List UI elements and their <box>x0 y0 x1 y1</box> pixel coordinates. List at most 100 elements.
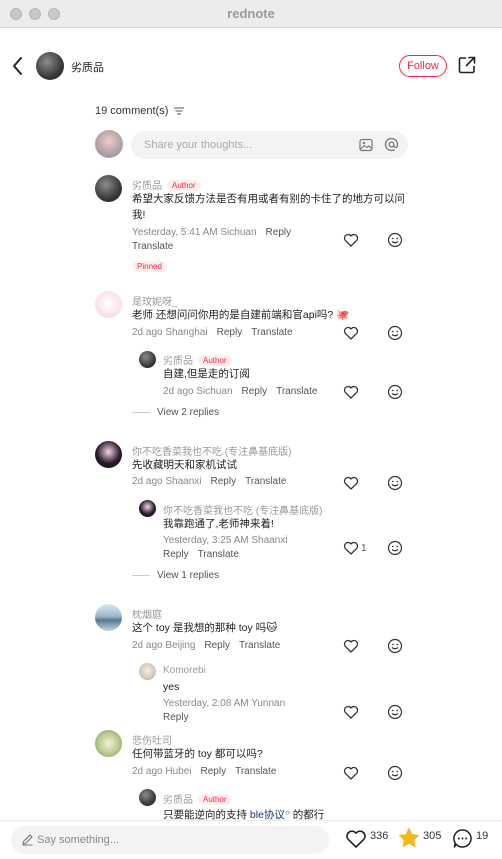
star-icon[interactable] <box>398 827 420 849</box>
reply-button[interactable]: Reply <box>163 712 189 723</box>
comment-author: 劣质品 Author <box>132 177 201 192</box>
like-icon[interactable] <box>343 540 359 556</box>
emoji-icon[interactable] <box>387 704 403 720</box>
comment-input[interactable]: Share your thoughts... <box>131 131 408 159</box>
translate-button[interactable]: Translate <box>235 766 276 777</box>
reply-text: yes <box>163 681 180 693</box>
say-something-placeholder: Say something... <box>37 834 119 846</box>
comment-time: 2d ago Beijing <box>132 640 196 651</box>
reply-button[interactable]: Reply <box>266 227 292 238</box>
comment-author-name[interactable]: 你不吃香菜我也不吃 (专注鼻基底版) <box>132 443 291 458</box>
back-arrow-icon[interactable] <box>10 55 26 77</box>
reply-button[interactable]: Reply <box>242 386 268 397</box>
reply-text: 我靠跑通了,老师神来着! <box>163 518 274 530</box>
reply-avatar[interactable] <box>139 351 156 368</box>
reply-button[interactable]: Reply <box>217 327 243 338</box>
cat-emoji-icon: 🐱 <box>266 622 278 634</box>
commenter-avatar[interactable] <box>95 604 122 631</box>
emoji-icon[interactable] <box>387 475 403 491</box>
like-count: 1 <box>361 543 367 554</box>
translate-button[interactable]: Translate <box>132 241 173 252</box>
translate-button[interactable]: Translate <box>276 386 317 397</box>
author-badge: Author <box>167 180 201 191</box>
reply-time: Yesterday, 2:08 AM Yunnan <box>163 698 286 709</box>
reply-time: 2d ago Sichuan <box>163 386 233 397</box>
window-titlebar: rednote <box>0 0 502 28</box>
author-name[interactable]: 劣质品 <box>71 59 104 75</box>
reply-button[interactable]: Reply <box>204 640 230 651</box>
pencil-icon <box>22 834 33 846</box>
like-icon[interactable] <box>343 475 359 491</box>
emoji-icon[interactable] <box>387 325 403 341</box>
say-something-input[interactable]: Say something... <box>11 826 329 854</box>
author-badge: Author <box>198 794 232 805</box>
emoji-icon[interactable] <box>387 384 403 400</box>
reply-author: 劣质品 Author <box>163 791 232 806</box>
comment-bubble-icon[interactable] <box>452 828 473 849</box>
follow-button[interactable]: Follow <box>399 55 447 77</box>
reply-author-name[interactable]: 你不吃香菜我也不吃 (专注鼻基底版) <box>163 502 322 517</box>
like-icon[interactable] <box>343 384 359 400</box>
comment-text: 希望大家反馈方法是否有用或者有别的卡住了的地方可以问我! <box>132 193 405 221</box>
image-icon[interactable] <box>359 138 373 152</box>
comment-author-name[interactable]: 枕烟庭 <box>132 606 162 621</box>
emoji-icon[interactable] <box>387 638 403 654</box>
like-icon[interactable] <box>343 765 359 781</box>
comment-time: 2d ago Shaanxi <box>132 476 202 487</box>
reply-avatar[interactable] <box>139 500 156 517</box>
comment-time: 2d ago Shanghai <box>132 327 208 338</box>
reply-avatar[interactable] <box>139 789 156 806</box>
reply-button[interactable]: Reply <box>163 549 189 560</box>
like-icon[interactable] <box>343 325 359 341</box>
favorites-count: 305 <box>423 830 442 842</box>
reply-button[interactable]: Reply <box>211 476 237 487</box>
commenter-avatar[interactable] <box>95 175 122 202</box>
reply-actions: Reply <box>163 712 189 723</box>
comments-count: 19 <box>476 830 489 842</box>
mention-icon[interactable] <box>384 137 399 152</box>
reply-actions: Reply Translate <box>163 549 239 560</box>
likes-count: 336 <box>370 830 389 842</box>
comment-text: 任何带蓝牙的 toy 都可以吗? <box>132 748 263 760</box>
comment-meta: 2d ago Shanghai Reply Translate <box>132 327 293 338</box>
share-icon[interactable] <box>457 55 477 75</box>
reply-text: 自建,但是走的订阅 <box>163 368 250 380</box>
reply-button[interactable]: Reply <box>201 766 227 777</box>
comment-text: 老师 还想问问你用的是自建前端和官api吗? 🐙 <box>132 307 372 323</box>
translate-button[interactable]: Translate <box>198 549 239 560</box>
like-icon[interactable] <box>343 704 359 720</box>
comment-input-placeholder: Share your thoughts... <box>144 139 253 151</box>
bottom-bar: Say something... 336 305 19 <box>0 820 502 859</box>
emoji-icon[interactable] <box>387 765 403 781</box>
commenter-avatar[interactable] <box>95 441 122 468</box>
comment-text: 这个 toy 是我想的那种 toy 吗🐱 <box>132 620 277 636</box>
translate-button[interactable]: Translate <box>245 476 286 487</box>
view-replies-text: View 2 replies <box>157 407 220 418</box>
comment-meta: Yesterday, 5:41 AM Sichuan Reply <box>132 227 291 238</box>
reply-avatar[interactable] <box>139 663 156 680</box>
comment-author-name[interactable]: 是玟妮呀_ <box>132 293 178 308</box>
note-header: 劣质品 Follow <box>0 28 502 104</box>
comment-meta: 2d ago Hubei Reply Translate <box>132 766 276 777</box>
view-replies-link[interactable]: View 1 replies <box>132 570 219 581</box>
commenter-avatar[interactable] <box>95 730 122 757</box>
heart-icon[interactable] <box>345 829 367 849</box>
view-replies-link[interactable]: View 2 replies <box>132 407 219 418</box>
reply-meta: 2d ago Sichuan Reply Translate <box>163 386 317 397</box>
translate-button[interactable]: Translate <box>251 327 292 338</box>
sort-icon[interactable] <box>174 107 185 115</box>
author-avatar[interactable] <box>36 52 64 80</box>
author-badge: Author <box>198 355 232 366</box>
commenter-avatar[interactable] <box>95 291 122 318</box>
reply-author-name[interactable]: Komorebi <box>163 665 206 676</box>
emoji-icon[interactable] <box>387 540 403 556</box>
translate-button[interactable]: Translate <box>239 640 280 651</box>
emoji-icon[interactable] <box>387 232 403 248</box>
octopus-emoji-icon: 🐙 <box>336 309 350 321</box>
comment-author-name[interactable]: 悲伤吐司 <box>132 732 172 747</box>
like-icon[interactable] <box>343 232 359 248</box>
like-icon[interactable] <box>343 638 359 654</box>
comment-count-text: 19 comment(s) <box>95 105 169 117</box>
comment-time: 2d ago Hubei <box>132 766 192 777</box>
current-user-avatar <box>95 130 123 158</box>
